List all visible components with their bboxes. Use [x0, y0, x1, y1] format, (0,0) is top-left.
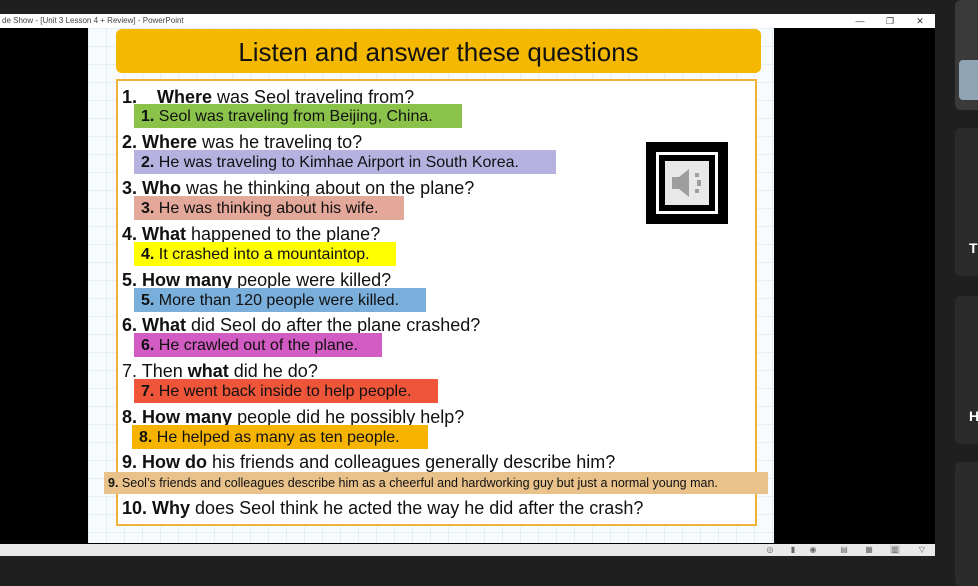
answer-4: 4. It crashed into a mountaintop.: [134, 242, 396, 266]
window-title: de Show - [Unit 3 Lesson 4 + Review] - P…: [0, 14, 935, 28]
slideshow-view-icon[interactable]: ▽: [917, 545, 927, 554]
speaker-icon[interactable]: [646, 142, 728, 224]
participant-tile-t[interactable]: T: [955, 128, 978, 276]
question-6: 6. What did Seol do after the plane cras…: [122, 315, 481, 335]
minimize-button[interactable]: —: [845, 14, 875, 28]
question-5: 5. How many people were killed?: [122, 270, 392, 290]
slide-menu-icon[interactable]: ▮: [788, 545, 798, 554]
participant-initial-h: H: [969, 408, 978, 424]
answer-1: 1. Seol was traveling from Beijing, Chin…: [134, 104, 462, 128]
previous-slide-icon[interactable]: ◎: [765, 545, 775, 554]
question-10: 10. Why does Seol think he acted the way…: [122, 498, 644, 518]
question-8: 8. How many people did he possibly help?: [122, 407, 465, 427]
normal-view-icon[interactable]: ▤: [839, 545, 849, 554]
slide-title-banner: Listen and answer these questions: [116, 29, 761, 73]
answer-6: 6. He crawled out of the plane.: [134, 333, 382, 357]
participant-initial-t: T: [969, 240, 978, 256]
participant-thumbnail: [959, 60, 978, 100]
question-7: 7. Then what did he do?: [122, 361, 318, 381]
question-3: 3. Who was he thinking about on the plan…: [122, 178, 475, 198]
participant-tile-3[interactable]: [955, 462, 978, 586]
reading-view-icon[interactable]: ▥: [890, 545, 900, 554]
answer-8: 8. He helped as many as ten people.: [132, 425, 428, 449]
participant-video-tile[interactable]: [955, 0, 978, 110]
close-button[interactable]: ✕: [905, 14, 935, 28]
question-2: 2. Where was he traveling to?: [122, 132, 363, 152]
restore-button[interactable]: ❐: [875, 14, 905, 28]
answer-3: 3. He was thinking about his wife.: [134, 196, 404, 220]
answer-5: 5. More than 120 people were killed.: [134, 288, 426, 312]
answer-7: 7. He went back inside to help people.: [134, 379, 438, 403]
next-slide-icon[interactable]: ◉: [808, 545, 818, 554]
answer-9: 9. Seol’s friends and colleagues describ…: [104, 472, 768, 494]
question-4: 4. What happened to the plane?: [122, 224, 381, 244]
answer-2: 2. He was traveling to Kimhae Airport in…: [134, 150, 556, 174]
question-9: 9. How do his friends and colleagues gen…: [122, 452, 616, 472]
participant-tile-h[interactable]: H: [955, 296, 978, 444]
slide-sorter-icon[interactable]: ▦: [864, 545, 874, 554]
